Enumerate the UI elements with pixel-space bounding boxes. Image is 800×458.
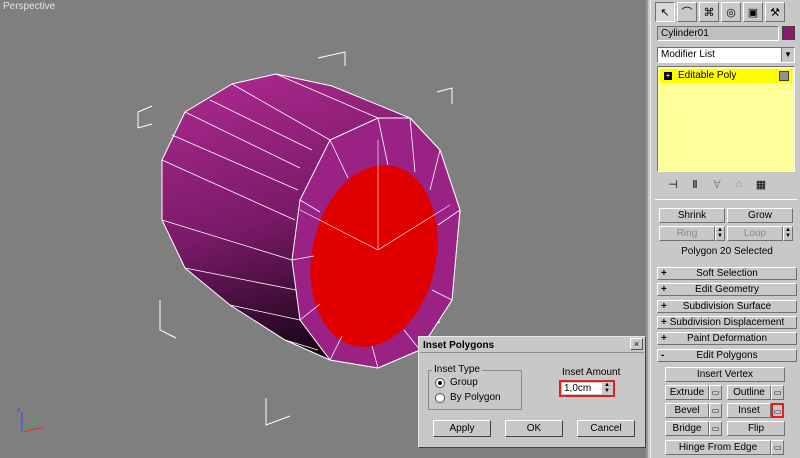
- bridge-settings-icon[interactable]: ▭: [709, 421, 722, 436]
- grow-button[interactable]: Grow: [727, 208, 793, 223]
- stack-toolbar: ⊣ Ⅱ ∀ ⌂ ▦: [657, 178, 795, 194]
- rollout-subdivision-surface[interactable]: + Subdivision Surface: [657, 300, 797, 313]
- ring-button[interactable]: Ring: [659, 226, 715, 241]
- inset-amount-label: Inset Amount: [562, 367, 621, 378]
- inset-amount-input[interactable]: [562, 383, 602, 394]
- arrow-pointer-icon: ↖: [660, 6, 670, 19]
- cancel-button[interactable]: Cancel: [577, 420, 635, 437]
- object-color-swatch[interactable]: [782, 26, 795, 40]
- inset-type-group: [428, 370, 522, 410]
- expand-plus-icon: +: [661, 284, 667, 295]
- outline-button[interactable]: Outline: [727, 385, 771, 400]
- motion-tab[interactable]: ◎: [721, 2, 741, 22]
- radio-group-label: Group: [450, 377, 478, 388]
- rollout-label: Subdivision Displacement: [669, 317, 785, 328]
- hinge-from-edge-button[interactable]: Hinge From Edge: [665, 440, 771, 455]
- expand-plus-icon: +: [661, 333, 667, 344]
- extrude-settings-icon[interactable]: ▭: [709, 385, 722, 400]
- make-unique-icon[interactable]: ∀: [709, 178, 725, 194]
- modifier-list-dropdown[interactable]: Modifier List ▼: [657, 47, 795, 63]
- expand-plus-icon[interactable]: +: [664, 72, 672, 80]
- utilities-tab[interactable]: ⚒: [765, 2, 785, 22]
- stack-item-editable-poly[interactable]: + Editable Poly: [660, 69, 792, 83]
- radio-by-polygon-label: By Polygon: [450, 392, 501, 403]
- extrude-button[interactable]: Extrude: [665, 385, 709, 400]
- inset-type-label: Inset Type: [432, 364, 482, 375]
- rollout-label: Edit Polygons: [696, 350, 758, 361]
- collapse-minus-icon: -: [661, 350, 665, 361]
- modifier-stack[interactable]: + Editable Poly: [657, 66, 795, 172]
- rollout-subdivision-displacement[interactable]: + Subdivision Displacement: [657, 316, 797, 329]
- chevron-down-icon: ▼: [781, 48, 794, 62]
- rollout-label: Soft Selection: [696, 268, 758, 279]
- rollout-paint-deformation[interactable]: + Paint Deformation: [657, 332, 797, 345]
- ring-spinner[interactable]: ▲ ▼: [715, 226, 725, 241]
- panel-divider: [655, 199, 797, 200]
- svg-text:y: y: [34, 417, 38, 424]
- modifier-list-label: Modifier List: [661, 49, 715, 60]
- ok-button[interactable]: OK: [505, 420, 563, 437]
- pin-stack-icon[interactable]: ⊣: [665, 178, 681, 194]
- loop-spinner[interactable]: ▲ ▼: [783, 226, 793, 241]
- bevel-settings-icon[interactable]: ▭: [709, 403, 722, 418]
- flip-button[interactable]: Flip: [727, 421, 785, 436]
- loop-button[interactable]: Loop: [727, 226, 783, 241]
- hinge-settings-icon[interactable]: ▭: [771, 440, 784, 455]
- rollout-label: Paint Deformation: [686, 333, 768, 344]
- apply-button[interactable]: Apply: [433, 420, 491, 437]
- insert-vertex-button[interactable]: Insert Vertex: [665, 367, 785, 382]
- toggle-box-icon[interactable]: [779, 71, 789, 81]
- configure-sets-icon[interactable]: ▦: [753, 178, 769, 194]
- inset-button[interactable]: Inset: [727, 403, 771, 418]
- rollout-soft-selection[interactable]: + Soft Selection: [657, 267, 797, 280]
- selection-status: Polygon 20 Selected: [681, 246, 773, 257]
- expand-plus-icon: +: [661, 301, 667, 312]
- remove-modifier-icon[interactable]: ⌂: [731, 178, 747, 194]
- radio-by-polygon-option[interactable]: By Polygon: [435, 392, 501, 403]
- bevel-button[interactable]: Bevel: [665, 403, 709, 418]
- expand-plus-icon: +: [661, 317, 667, 328]
- rollout-edit-polygons[interactable]: - Edit Polygons: [657, 349, 797, 362]
- inset-settings-icon[interactable]: ▭: [771, 403, 784, 418]
- shrink-button[interactable]: Shrink: [659, 208, 725, 223]
- show-end-result-icon[interactable]: Ⅱ: [687, 178, 703, 194]
- outline-settings-icon[interactable]: ▭: [771, 385, 784, 400]
- inset-polygons-dialog: Inset Polygons × Inset Type Group By Pol…: [418, 336, 646, 448]
- stack-item-label: Editable Poly: [678, 70, 737, 81]
- bridge-button[interactable]: Bridge: [665, 421, 709, 436]
- rollout-label: Edit Geometry: [695, 284, 759, 295]
- dialog-title: Inset Polygons: [420, 338, 644, 353]
- rollout-edit-geometry[interactable]: + Edit Geometry: [657, 283, 797, 296]
- inset-amount-spinner: ▲▼: [559, 380, 615, 397]
- radio-unselected-icon[interactable]: [435, 392, 445, 403]
- curve-icon: ⌒: [681, 7, 693, 19]
- panel-tabs: ↖ ⌒ ⌘ ◎ ▣ ⚒: [655, 2, 797, 22]
- svg-text:x: x: [40, 425, 44, 432]
- expand-plus-icon: +: [661, 268, 667, 279]
- command-panel: ↖ ⌒ ⌘ ◎ ▣ ⚒ Cylinder01 Modifier List ▼ +…: [650, 0, 800, 458]
- display-icon: ▣: [747, 6, 759, 19]
- object-name-field[interactable]: Cylinder01: [657, 26, 779, 41]
- create-tab[interactable]: ↖: [655, 2, 675, 22]
- utilities-icon: ⚒: [770, 6, 780, 19]
- world-axis-tripod: z x y: [17, 407, 44, 433]
- display-tab[interactable]: ▣: [743, 2, 763, 22]
- modify-tab[interactable]: ⌒: [677, 2, 697, 22]
- hierarchy-icon: ⌘: [703, 6, 715, 19]
- hierarchy-tab[interactable]: ⌘: [699, 2, 719, 22]
- rollout-label: Subdivision Surface: [682, 301, 772, 312]
- close-icon[interactable]: ×: [630, 338, 643, 350]
- radio-selected-icon[interactable]: [435, 377, 445, 388]
- motion-icon: ◎: [726, 6, 736, 19]
- radio-group-option[interactable]: Group: [435, 377, 478, 388]
- svg-text:z: z: [17, 407, 21, 414]
- spinner-arrows-icon[interactable]: ▲ ▼: [602, 382, 612, 395]
